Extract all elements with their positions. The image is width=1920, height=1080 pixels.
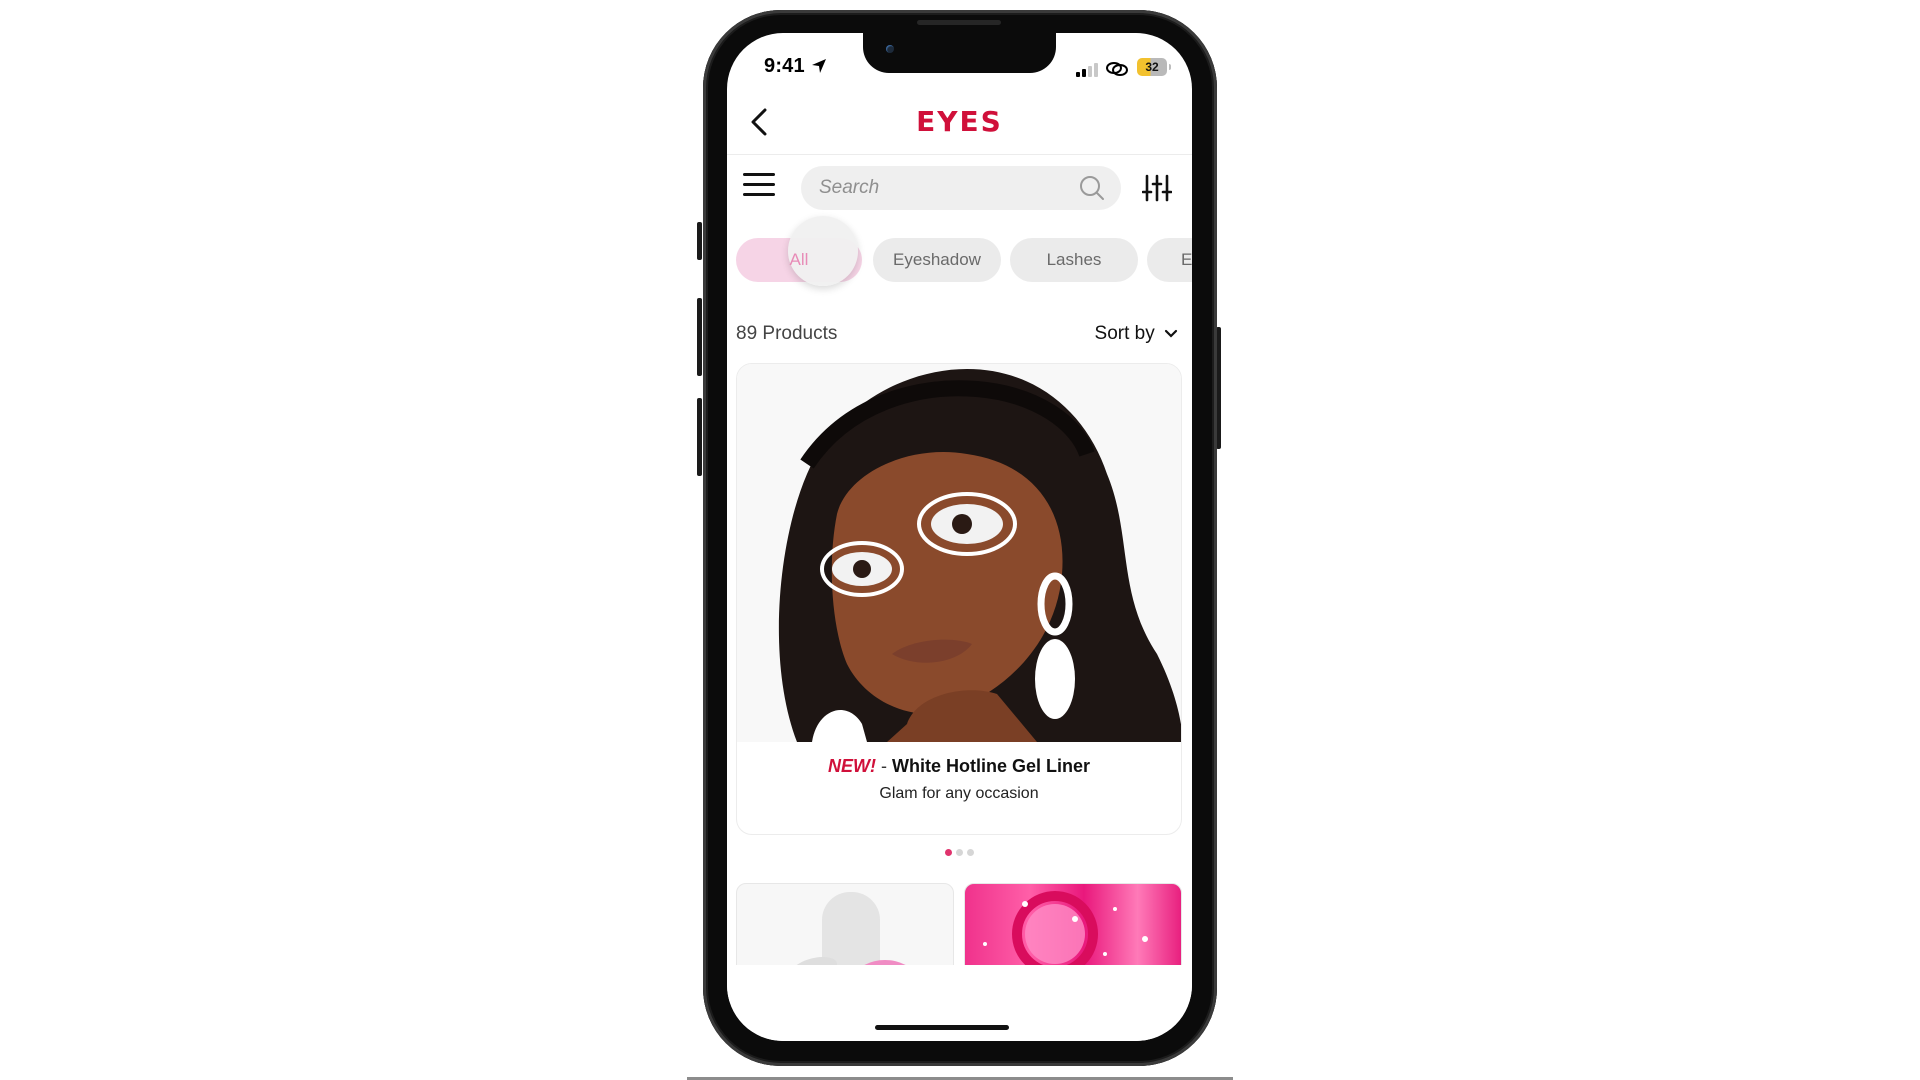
new-badge: NEW! <box>827 756 876 776</box>
featured-subtitle: Glam for any occasion <box>879 785 1039 802</box>
product-count: 89 Products <box>736 323 838 344</box>
link-icon <box>1106 62 1128 76</box>
listing-meta: 89 Products Sort by <box>736 320 1178 350</box>
home-indicator[interactable] <box>875 1025 1009 1030</box>
chip-label: All <box>789 250 809 269</box>
chip-partial[interactable]: E <box>1147 238 1192 282</box>
search-icon[interactable] <box>1079 175 1105 201</box>
title-separator: - <box>880 756 887 776</box>
status-time: 9:41 <box>764 55 805 77</box>
search-bar[interactable] <box>801 166 1121 210</box>
chip-label: Lashes <box>1046 250 1102 269</box>
battery-icon: 32 <box>1137 58 1171 76</box>
carousel-dot-2[interactable] <box>956 849 963 856</box>
phone-screen: 9:41 32 EYES Search All Eyeshadow Lashes… <box>727 33 1192 1041</box>
carousel-dots <box>727 843 1192 861</box>
notch <box>863 33 1056 73</box>
category-chips: All Eyeshadow Lashes E <box>736 216 1192 288</box>
product-grid <box>736 883 1182 983</box>
chip-eyeshadow[interactable]: Eyeshadow <box>873 238 1001 282</box>
featured-caption: NEW! - White Hotline Gel Liner Glam for … <box>737 756 1181 803</box>
chip-label: Eyeshadow <box>893 250 981 269</box>
location-arrow-icon <box>812 59 826 73</box>
front-camera <box>886 45 894 53</box>
featured-product-image <box>737 364 1181 742</box>
sort-label: Sort by <box>1094 323 1155 344</box>
sort-dropdown[interactable]: Sort by <box>1095 323 1178 345</box>
featured-title: NEW! - White Hotline Gel Liner <box>737 756 1181 777</box>
search-input[interactable] <box>801 166 1071 210</box>
chevron-down-icon <box>1164 329 1178 338</box>
carousel-dot-3[interactable] <box>967 849 974 856</box>
sliders-icon[interactable] <box>1142 173 1172 203</box>
nav-bar: EYES <box>727 85 1192 155</box>
product-name: White Hotline Gel Liner <box>892 756 1091 776</box>
earpiece-speaker <box>917 20 1001 25</box>
chip-label: E <box>1181 250 1192 269</box>
chip-all[interactable]: All <box>736 216 862 286</box>
toolbar <box>727 161 1192 217</box>
page-title: EYES <box>916 105 1003 138</box>
volume-up-button <box>697 298 702 376</box>
hamburger-menu-icon[interactable] <box>743 173 775 199</box>
carousel-dot-1[interactable] <box>945 849 952 856</box>
featured-product-card[interactable]: NEW! - White Hotline Gel Liner Glam for … <box>736 363 1182 835</box>
chip-lashes[interactable]: Lashes <box>1010 238 1138 282</box>
mute-switch <box>697 222 702 260</box>
volume-down-button <box>697 398 702 476</box>
signal-icon <box>1076 63 1098 77</box>
